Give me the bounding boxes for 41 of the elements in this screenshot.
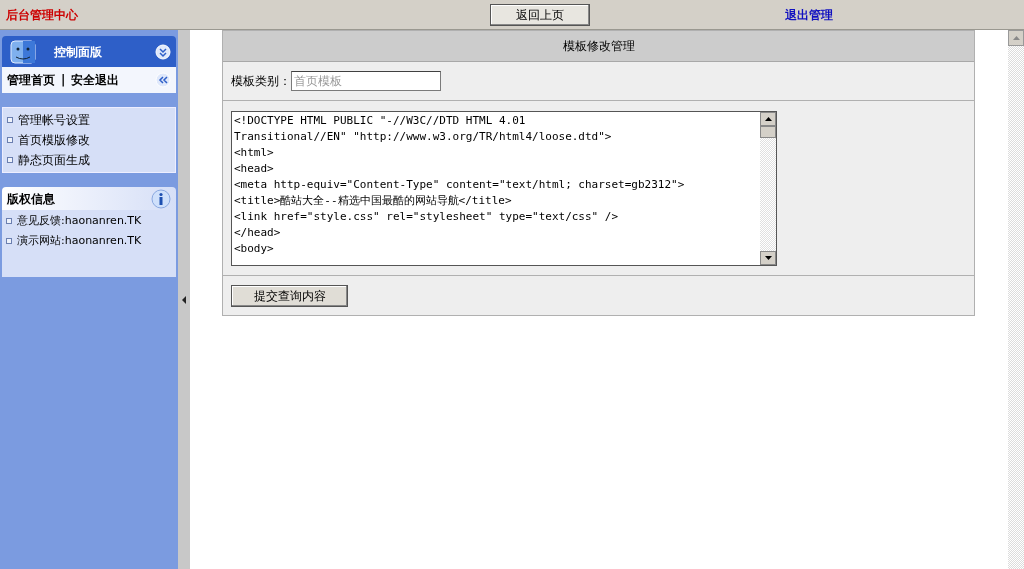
main-title: 模板修改管理 bbox=[562, 38, 635, 55]
panel-title: 控制面版 bbox=[54, 43, 102, 61]
scroll-down-icon[interactable] bbox=[760, 251, 776, 265]
category-label: 模板类别： bbox=[231, 73, 291, 90]
menu-item[interactable]: 管理帐号设置 bbox=[18, 111, 90, 129]
bullet-icon bbox=[6, 238, 12, 244]
code-textarea[interactable] bbox=[231, 111, 777, 266]
site-title: 后台管理中心 bbox=[5, 6, 79, 24]
info-item[interactable]: 意见反馈:haonanren.TK bbox=[17, 212, 142, 230]
info-title: 版权信息 bbox=[7, 190, 55, 208]
code-line: </head> bbox=[234, 225, 281, 241]
back-arrows-icon[interactable] bbox=[155, 72, 171, 88]
menu-item[interactable]: 静态页面生成 bbox=[18, 151, 90, 169]
quick-link[interactable]: 管理首页 bbox=[7, 71, 55, 89]
bullet-icon bbox=[7, 137, 13, 143]
back-button[interactable]: 返回上页 bbox=[490, 3, 590, 26]
code-line: <body> bbox=[234, 241, 274, 257]
scroll-up-icon[interactable] bbox=[760, 112, 776, 126]
bullet-icon bbox=[6, 218, 12, 224]
page-scrollbar[interactable] bbox=[1008, 30, 1024, 569]
code-line: <title>酷站大全--精选中国最酷的网站导航</title> bbox=[234, 193, 512, 209]
quick-link[interactable]: 安全退出 bbox=[71, 71, 120, 89]
category-field[interactable]: 首页模板 bbox=[291, 71, 441, 91]
code-line: <meta http-equiv="Content-Type" content="text/html; charset=gb2312"> bbox=[234, 177, 685, 193]
collapse-icon[interactable] bbox=[155, 43, 171, 60]
collapse-arrow-icon[interactable] bbox=[181, 295, 187, 304]
separator-text: | bbox=[61, 72, 66, 89]
code-line: Transitional//EN" "http://www.w3.org/TR/html4/loose.dtd"> bbox=[234, 129, 612, 145]
submit-button[interactable]: 提交查询内容 bbox=[231, 284, 348, 307]
bullet-icon bbox=[7, 117, 13, 123]
code-line: <link href="style.css" rel="stylesheet" type="text/css" /> bbox=[234, 209, 619, 225]
info-item[interactable]: 演示网站:haonanren.TK bbox=[17, 232, 142, 250]
code-line: <head> bbox=[234, 161, 274, 177]
code-line: <html> bbox=[234, 145, 274, 161]
scrollbar[interactable] bbox=[760, 112, 776, 265]
code-line: <!DOCTYPE HTML PUBLIC "-//W3C//DTD HTML 4.01 bbox=[234, 113, 526, 129]
scroll-thumb[interactable] bbox=[760, 126, 776, 138]
menu-item[interactable]: 首页模版修改 bbox=[18, 131, 90, 149]
logout-link[interactable]: 退出管理 bbox=[785, 5, 833, 24]
finder-icon bbox=[8, 37, 38, 66]
bullet-icon bbox=[7, 157, 13, 163]
